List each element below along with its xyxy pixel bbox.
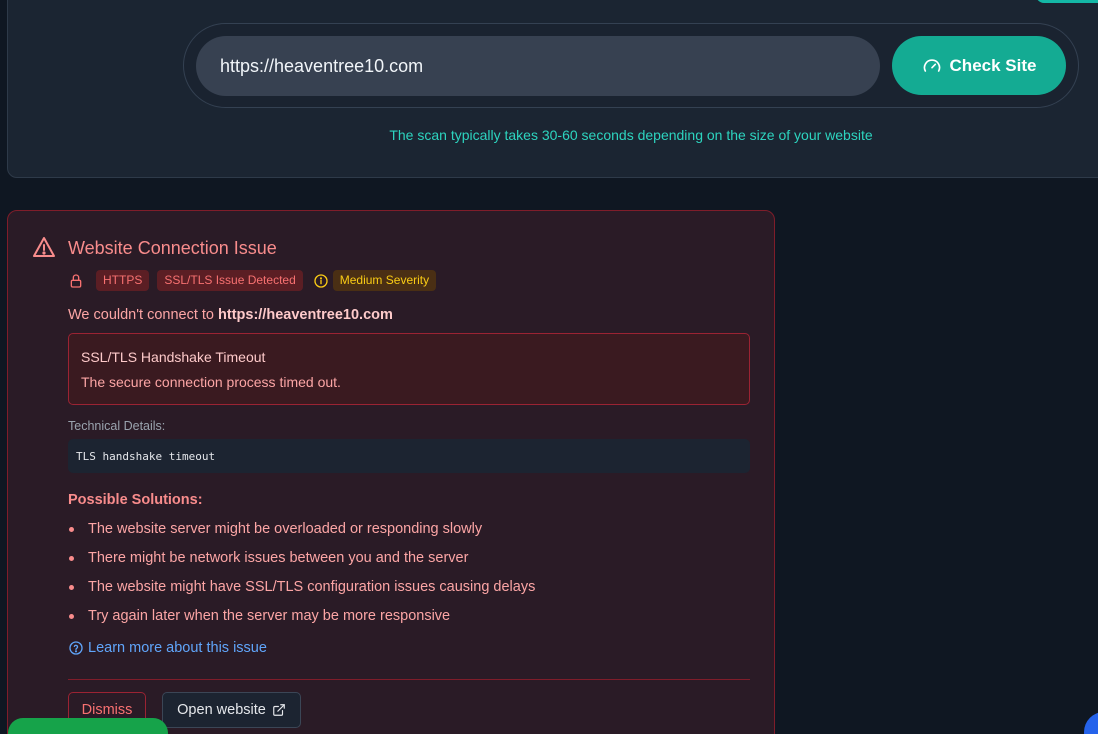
card-divider	[68, 679, 750, 680]
ssl-issue-badge: SSL/TLS Issue Detected	[157, 270, 303, 291]
open-website-label: Open website	[177, 702, 266, 718]
learn-more-link[interactable]: Learn more about this issue	[68, 640, 267, 656]
gauge-icon	[923, 58, 940, 72]
error-message: We couldn't connect to https://heaventre…	[68, 307, 393, 323]
external-link-icon	[272, 704, 285, 716]
timeout-description: The secure connection process timed out.	[81, 374, 341, 390]
technical-details-code: TLS handshake timeout	[68, 439, 750, 473]
top-button-fragment[interactable]	[1036, 0, 1098, 3]
severity-badge: Medium Severity	[332, 270, 437, 291]
solutions-list: The website server might be overloaded o…	[68, 519, 535, 635]
warning-triangle-icon	[33, 237, 55, 257]
https-badge: HTTPS	[96, 270, 150, 291]
learn-more-label: Learn more about this issue	[88, 640, 267, 656]
timeout-alert-box: SSL/TLS Handshake Timeout The secure con…	[68, 333, 750, 405]
list-item: Try again later when the server may be m…	[68, 606, 535, 635]
scan-hint: The scan typically takes 30-60 seconds d…	[389, 127, 873, 143]
list-item: The website server might be overloaded o…	[68, 519, 535, 548]
error-title: Website Connection Issue	[68, 238, 277, 258]
error-message-prefix: We couldn't connect to	[68, 307, 219, 323]
timeout-title: SSL/TLS Handshake Timeout	[81, 349, 266, 365]
check-site-button[interactable]: Check Site	[892, 36, 1066, 95]
page: https://heaventree10.com Check Site The …	[0, 0, 1098, 734]
solutions-title: Possible Solutions:	[68, 492, 203, 508]
check-site-label: Check Site	[949, 55, 1037, 75]
url-input[interactable]: https://heaventree10.com	[196, 36, 880, 96]
floating-chip[interactable]	[8, 718, 168, 734]
floating-action-button[interactable]	[1084, 712, 1098, 734]
technical-details-label: Technical Details:	[68, 419, 166, 433]
help-circle-icon	[69, 641, 83, 655]
open-website-button[interactable]: Open website	[162, 692, 301, 728]
lock-icon	[70, 273, 82, 288]
error-badges: HTTPS SSL/TLS Issue Detected Medium Seve…	[68, 270, 437, 291]
info-circle-icon	[314, 273, 328, 288]
list-item: The website might have SSL/TLS configura…	[68, 577, 535, 606]
list-item: There might be network issues between yo…	[68, 548, 535, 577]
error-message-url: https://heaventree10.com	[218, 307, 393, 323]
